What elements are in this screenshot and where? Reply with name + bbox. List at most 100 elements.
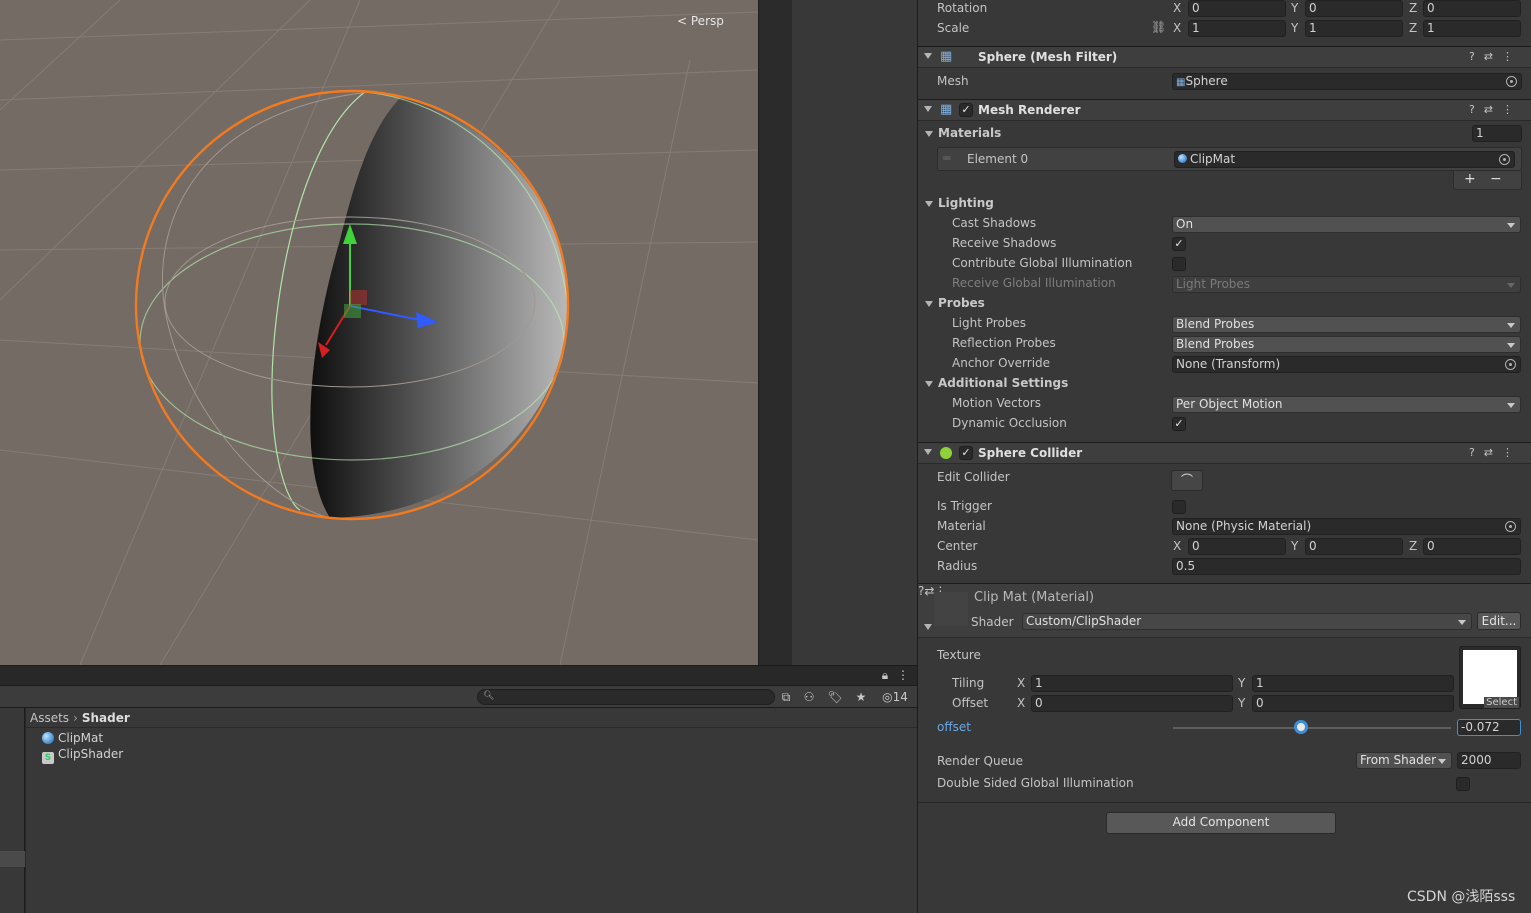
rotation-y-field[interactable]: 0 bbox=[1305, 0, 1403, 17]
rotation-z-field[interactable]: 0 bbox=[1423, 0, 1521, 17]
mesh-field[interactable]: ▦Sphere bbox=[1172, 73, 1522, 90]
cast-shadows-dropdown[interactable]: On bbox=[1172, 216, 1521, 233]
object-picker-icon[interactable] bbox=[1505, 359, 1516, 370]
remove-element-button[interactable]: − bbox=[1490, 171, 1502, 187]
additional-settings-foldout[interactable]: Additional Settings bbox=[918, 374, 1531, 394]
object-picker-icon[interactable] bbox=[1506, 76, 1517, 87]
foldout-arrow-icon[interactable] bbox=[924, 449, 932, 455]
collider-material-field[interactable]: None (Physic Material) bbox=[1172, 518, 1521, 535]
materials-count-field[interactable]: 1 bbox=[1472, 125, 1522, 142]
rotation-label: Rotation bbox=[937, 1, 988, 15]
dynamic-occlusion-checkbox[interactable]: ✓ bbox=[1172, 417, 1186, 431]
center-y-field[interactable]: 0 bbox=[1305, 538, 1403, 555]
contribute-gi-checkbox[interactable] bbox=[1172, 257, 1186, 271]
reflection-probes-dropdown[interactable]: Blend Probes bbox=[1172, 336, 1521, 353]
object-picker-icon[interactable] bbox=[1505, 521, 1516, 532]
enable-checkbox[interactable]: ✓ bbox=[959, 446, 973, 460]
divider bbox=[918, 802, 1531, 803]
filter-icon[interactable]: ⚇ bbox=[800, 688, 818, 706]
rotation-x-field[interactable]: 0 bbox=[1188, 0, 1286, 17]
project-toolbar: 🔍︎ ⧉ ⚇ 🏷︎ ★ ◎14 bbox=[0, 686, 917, 708]
foldout-arrow-icon[interactable] bbox=[924, 624, 932, 630]
foldout-arrow-icon[interactable] bbox=[925, 201, 933, 207]
hidden-packages-toggle[interactable]: ◎14 bbox=[878, 688, 912, 706]
breadcrumb: Assets › Shader bbox=[26, 708, 917, 728]
lock-icon[interactable]: 🔒︎ bbox=[876, 666, 894, 684]
shader-dropdown[interactable]: Custom/ClipShader bbox=[1022, 613, 1472, 630]
component-header-icons[interactable]: ?⇄⋮ bbox=[1469, 50, 1522, 63]
label-icon[interactable]: 🏷︎ bbox=[826, 688, 844, 706]
probes-foldout[interactable]: Probes bbox=[918, 294, 1531, 314]
project-folder-tree[interactable] bbox=[0, 708, 25, 913]
selected-folder[interactable] bbox=[0, 851, 25, 867]
breadcrumb-current[interactable]: Shader bbox=[82, 711, 130, 725]
material-header[interactable]: Clip Mat (Material) ?⇄⋮ Shader Custom/Cl… bbox=[918, 583, 1531, 638]
scene-canvas[interactable] bbox=[0, 0, 758, 665]
mesh-value: Sphere bbox=[1185, 74, 1228, 88]
center-x-field[interactable]: 0 bbox=[1188, 538, 1286, 555]
double-sided-gi-label: Double Sided Global Illumination bbox=[937, 776, 1134, 790]
sphere-collider-header[interactable]: ✓ Sphere Collider ?⇄⋮ bbox=[918, 442, 1531, 464]
mesh-filter-header[interactable]: ▦ Sphere (Mesh Filter) ?⇄⋮ bbox=[918, 46, 1531, 68]
render-queue-row: Render Queue From Shader 2000 bbox=[918, 752, 1531, 772]
cast-shadows-label: Cast Shadows bbox=[952, 216, 1037, 230]
reflection-probes-row: Reflection Probes Blend Probes bbox=[918, 334, 1531, 354]
component-header-icons[interactable]: ?⇄⋮ bbox=[1469, 103, 1522, 116]
component-header-icons[interactable]: ?⇄⋮ bbox=[1469, 446, 1522, 459]
render-queue-mode-dropdown[interactable]: From Shader bbox=[1356, 752, 1452, 769]
scale-y-field[interactable]: 1 bbox=[1305, 20, 1403, 37]
watermark-text: CSDN @浅陌sss bbox=[1407, 889, 1516, 905]
drag-handle-icon[interactable]: ═ bbox=[943, 151, 950, 165]
breadcrumb-assets[interactable]: Assets bbox=[30, 711, 69, 725]
axis-x-label: X bbox=[1173, 21, 1182, 35]
persp-text: Persp bbox=[690, 14, 724, 28]
enable-checkbox[interactable]: ✓ bbox=[959, 103, 973, 117]
lighting-foldout[interactable]: Lighting bbox=[918, 194, 1531, 214]
render-queue-field[interactable]: 2000 bbox=[1457, 752, 1521, 769]
offset-slider-track[interactable] bbox=[1173, 727, 1451, 729]
foldout-arrow-icon[interactable] bbox=[925, 381, 933, 387]
offset-y-field[interactable]: 0 bbox=[1252, 695, 1454, 712]
object-picker-icon[interactable] bbox=[1499, 154, 1510, 165]
tiling-x-field[interactable]: 1 bbox=[1031, 675, 1233, 692]
favorite-icon[interactable]: ★ bbox=[852, 688, 870, 706]
search-by-type-icon[interactable]: ⧉ bbox=[777, 688, 795, 706]
add-element-button[interactable]: + bbox=[1464, 171, 1476, 187]
radius-field[interactable]: 0.5 bbox=[1172, 558, 1521, 575]
scale-x-field[interactable]: 1 bbox=[1188, 20, 1286, 37]
foldout-arrow-icon[interactable] bbox=[925, 301, 933, 307]
foldout-arrow-icon[interactable] bbox=[924, 53, 932, 59]
element-value: ClipMat bbox=[1190, 152, 1236, 166]
constrain-proportions-icon[interactable]: ⛓ bbox=[1151, 20, 1166, 34]
tiling-y-field[interactable]: 1 bbox=[1252, 675, 1454, 692]
center-z-field[interactable]: 0 bbox=[1423, 538, 1521, 555]
double-sided-gi-checkbox[interactable] bbox=[1456, 777, 1470, 791]
foldout-arrow-icon[interactable] bbox=[925, 131, 933, 137]
edit-collider-button[interactable]: ⌒ bbox=[1171, 470, 1203, 491]
light-probes-dropdown[interactable]: Blend Probes bbox=[1172, 316, 1521, 333]
receive-shadows-checkbox[interactable]: ✓ bbox=[1172, 237, 1186, 251]
offset-slider-handle[interactable] bbox=[1293, 720, 1308, 734]
is-trigger-checkbox[interactable] bbox=[1172, 500, 1186, 514]
list-item[interactable]: S ClipShader bbox=[42, 746, 123, 764]
motion-vectors-dropdown[interactable]: Per Object Motion bbox=[1172, 396, 1521, 413]
edit-shader-button[interactable]: Edit... bbox=[1477, 612, 1521, 630]
component-title: Sphere Collider bbox=[978, 446, 1083, 460]
projection-label[interactable]: < Persp bbox=[677, 14, 724, 28]
collider-material-label: Material bbox=[937, 519, 986, 533]
more-options-icon[interactable]: ⋮ bbox=[894, 666, 912, 684]
search-input[interactable]: 🔍︎ bbox=[477, 689, 775, 705]
texture-row: Texture bbox=[918, 646, 1531, 666]
scale-z-field[interactable]: 1 bbox=[1423, 20, 1521, 37]
foldout-arrow-icon[interactable] bbox=[924, 106, 932, 112]
element-0-field[interactable]: ClipMat bbox=[1174, 151, 1515, 168]
list-item[interactable]: ClipMat bbox=[42, 730, 103, 746]
add-component-button[interactable]: Add Component bbox=[1106, 812, 1336, 834]
mesh-renderer-header[interactable]: ▦ ✓ Mesh Renderer ?⇄⋮ bbox=[918, 99, 1531, 121]
offset-x-field[interactable]: 0 bbox=[1031, 695, 1233, 712]
offset-property-field[interactable]: -0.072 bbox=[1457, 719, 1521, 736]
anchor-override-field[interactable]: None (Transform) bbox=[1172, 356, 1521, 373]
list-add-remove: + − bbox=[1453, 171, 1522, 190]
scene-view[interactable]: < Persp bbox=[0, 0, 758, 665]
materials-row[interactable]: Materials 1 bbox=[918, 124, 1531, 144]
